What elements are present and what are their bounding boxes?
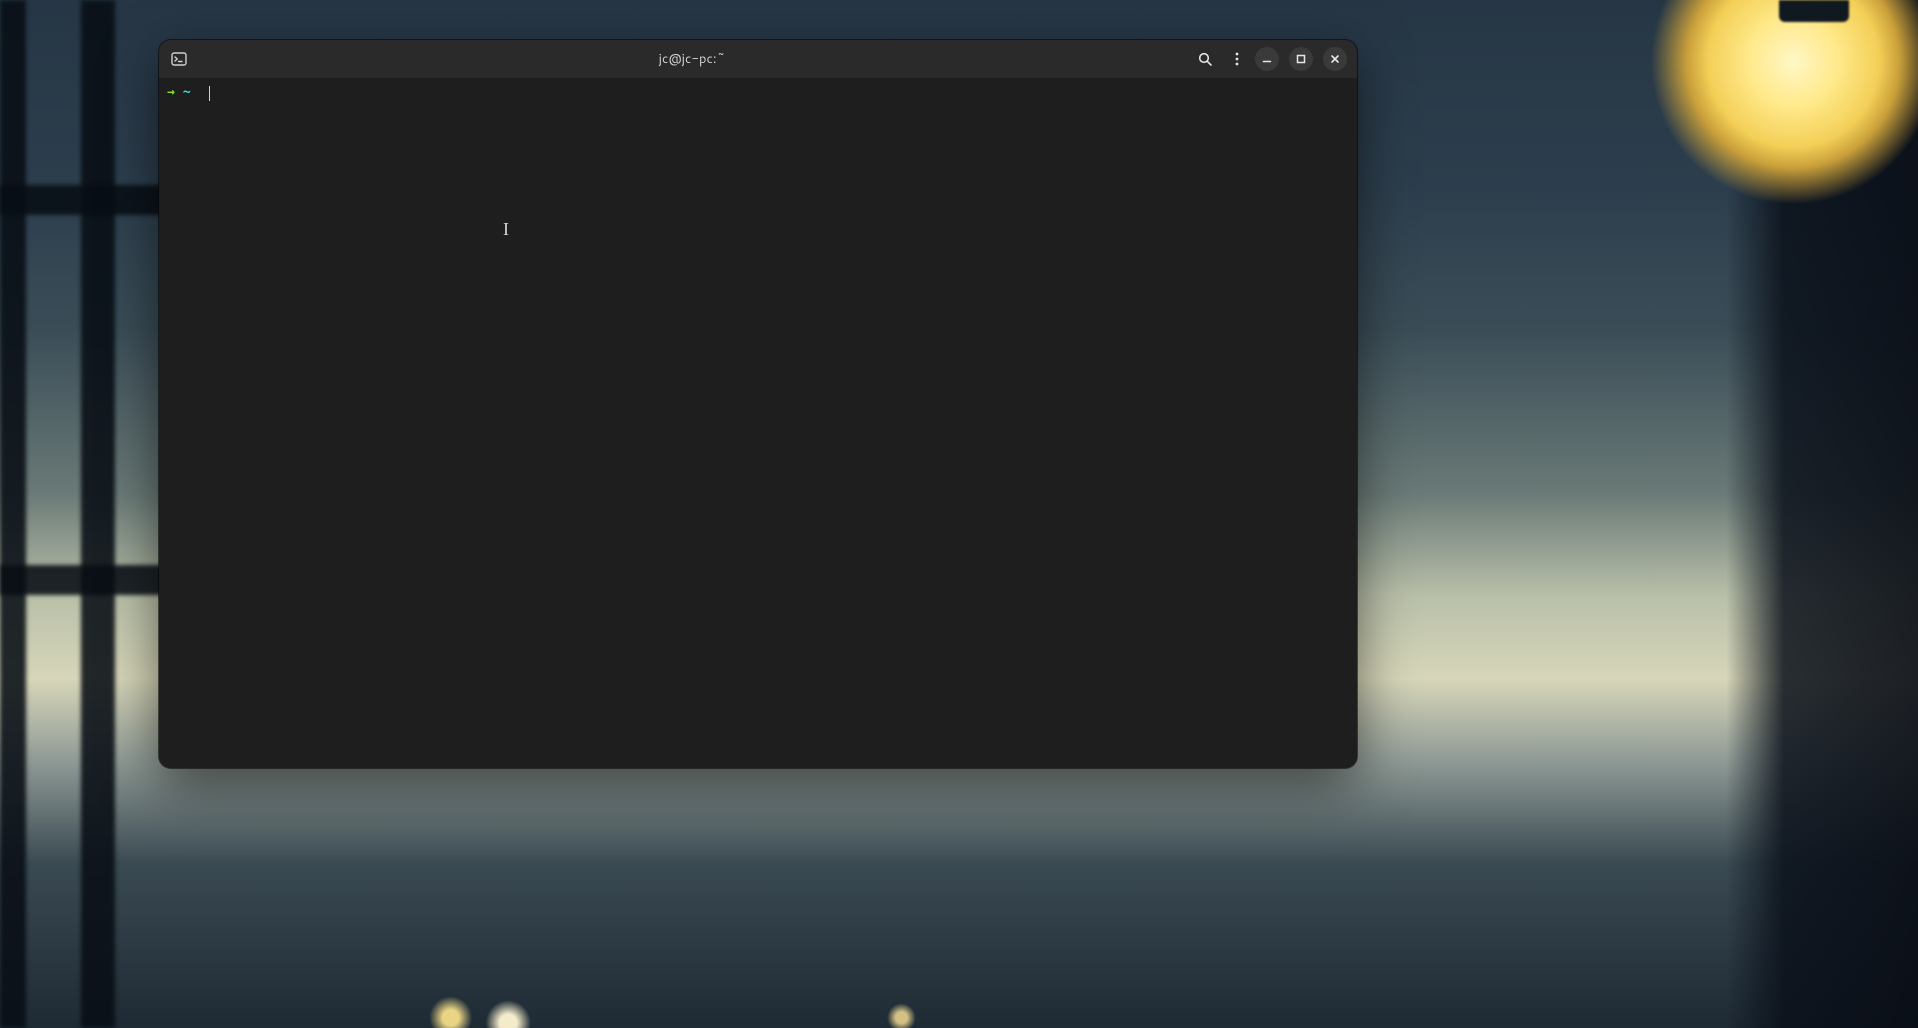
minimize-icon: [1261, 53, 1273, 65]
minimize-button[interactable]: [1255, 47, 1279, 71]
search-icon: [1197, 51, 1213, 67]
prompt-cwd: ~: [183, 84, 191, 102]
close-icon: [1329, 53, 1341, 65]
text-cursor: [209, 86, 210, 101]
wallpaper-frame-bar: [81, 0, 115, 1028]
prompt-arrow: →: [167, 84, 175, 102]
window-title: jc@jc-pc:~: [193, 50, 1191, 68]
maximize-icon: [1295, 53, 1307, 65]
search-button[interactable]: [1191, 45, 1219, 73]
kebab-menu-icon: [1229, 51, 1245, 67]
terminal-body[interactable]: → ~ I: [159, 78, 1357, 768]
terminal-window[interactable]: jc@jc-pc:~: [159, 40, 1357, 768]
terminal-app-icon: [165, 45, 193, 73]
close-button[interactable]: [1323, 47, 1347, 71]
wallpaper-frame-bar: [0, 0, 26, 1028]
wallpaper-lamp-cap: [1779, 0, 1849, 22]
titlebar[interactable]: jc@jc-pc:~: [159, 40, 1357, 78]
maximize-button[interactable]: [1289, 47, 1313, 71]
prompt-line: → ~: [167, 84, 1349, 102]
mouse-ibeam-cursor: I: [503, 220, 509, 238]
menu-button[interactable]: [1223, 45, 1251, 73]
